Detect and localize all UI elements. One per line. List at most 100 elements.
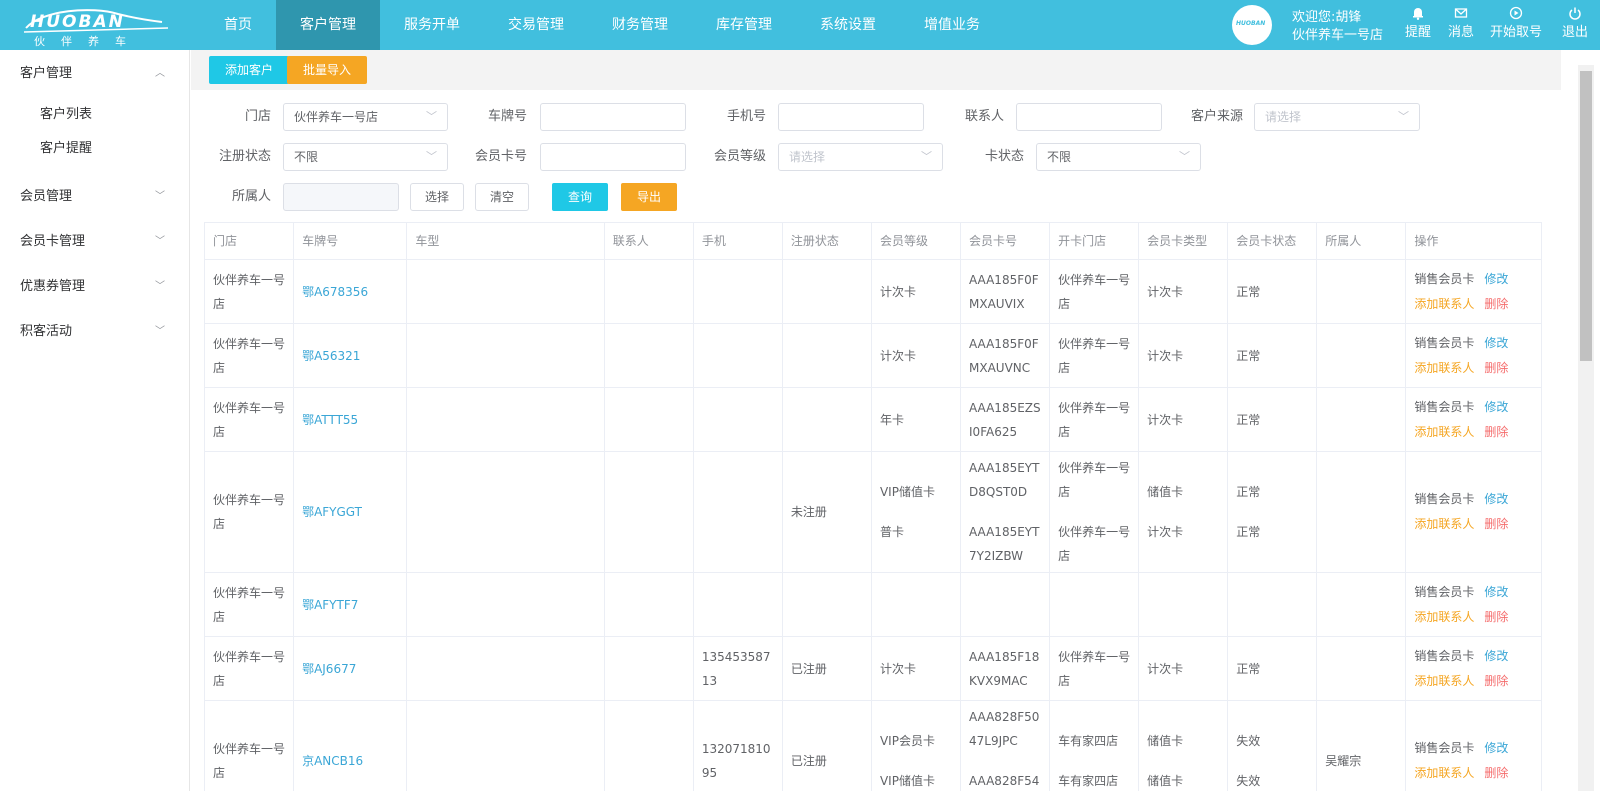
sidebar-item-coupon[interactable]: 优惠券管理 ﹀ [0, 264, 189, 309]
edit-link[interactable]: 修改 [1484, 400, 1508, 414]
edit-link[interactable]: 修改 [1484, 585, 1508, 599]
logout-button[interactable]: 退出 [1562, 6, 1588, 40]
source-select[interactable]: 请选择 ﹀ [1254, 103, 1420, 131]
scrollbar-thumb[interactable] [1580, 71, 1592, 361]
sell-card-link[interactable]: 销售会员卡 [1414, 649, 1474, 663]
owner-input[interactable] [283, 183, 399, 211]
col-reg-status: 注册状态 [782, 222, 872, 260]
card-status-select[interactable]: 不限 ﹀ [1036, 143, 1201, 171]
nav-value-added[interactable]: 增值业务 [900, 0, 1004, 50]
cell-plate-text[interactable]: 鄂AFYGGT [302, 505, 362, 519]
delete-link[interactable]: 删除 [1484, 425, 1508, 439]
huoban-logo[interactable]: HUOBAN 伙伴养车 [22, 6, 172, 48]
sell-card-link[interactable]: 销售会员卡 [1414, 585, 1474, 599]
avatar[interactable]: HUOBAN [1232, 5, 1272, 45]
delete-link[interactable]: 删除 [1484, 297, 1508, 311]
col-operation: 操作 [1405, 222, 1542, 260]
phone-label: 手机号 [726, 109, 766, 124]
sell-card-link[interactable]: 销售会员卡 [1414, 492, 1474, 506]
nav-service-order[interactable]: 服务开单 [380, 0, 484, 50]
sell-card-link[interactable]: 销售会员卡 [1414, 336, 1474, 350]
nav-home[interactable]: 首页 [200, 0, 276, 50]
delete-link[interactable]: 删除 [1484, 674, 1508, 688]
phone-input[interactable] [778, 103, 924, 131]
cell-operation: 销售会员卡 修改 添加联系人 删除 [1405, 387, 1542, 452]
delete-link[interactable]: 删除 [1484, 766, 1508, 780]
nav-finance[interactable]: 财务管理 [588, 0, 692, 50]
export-button[interactable]: 导出 [621, 183, 678, 211]
cell-level: 计次卡 [871, 636, 962, 701]
cell-level-entry: VIP会员卡 [879, 734, 935, 748]
sidebar-item-customer-list[interactable]: 客户列表 [0, 98, 189, 132]
cell-open-store: 伙伴养车一号店 [1049, 323, 1140, 388]
level-select[interactable]: 请选择 ﹀ [778, 143, 943, 171]
edit-link[interactable]: 修改 [1484, 492, 1508, 506]
reg-status-select[interactable]: 不限 ﹀ [283, 143, 448, 171]
sidebar-item-member[interactable]: 会员管理 ﹀ [0, 174, 189, 219]
sell-card-link[interactable]: 销售会员卡 [1414, 272, 1474, 286]
operation-line: 销售会员卡 修改 [1414, 736, 1533, 761]
sidebar-item-member-card[interactable]: 会员卡管理 ﹀ [0, 219, 189, 264]
add-contact-link[interactable]: 添加联系人 [1414, 517, 1474, 531]
delete-link[interactable]: 删除 [1484, 610, 1508, 624]
cell-store: 伙伴养车一号店 [203, 572, 295, 637]
cell-plate-text[interactable]: 京ANCB16 [302, 754, 363, 768]
plate-input[interactable] [540, 103, 686, 131]
sell-card-link[interactable]: 销售会员卡 [1414, 400, 1474, 414]
sidebar-item-label: 会员卡管理 [20, 234, 86, 249]
remind-button[interactable]: 提醒 [1405, 6, 1431, 40]
delete-link[interactable]: 删除 [1484, 517, 1508, 531]
cell-model [406, 323, 605, 388]
operation-line: 添加联系人 删除 [1414, 761, 1533, 786]
source-select-placeholder: 请选择 [1265, 110, 1302, 124]
cell-phone [693, 259, 783, 324]
nav-inventory[interactable]: 库存管理 [692, 0, 796, 50]
chevron-down-icon: ﹀ [155, 281, 165, 292]
nav-settings[interactable]: 系统设置 [796, 0, 900, 50]
cell-plate-text[interactable]: 鄂A56321 [302, 349, 360, 363]
contact-input[interactable] [1016, 103, 1162, 131]
select-owner-button[interactable]: 选择 [410, 183, 465, 211]
store-select[interactable]: 伙伴养车一号店 ﹀ [283, 103, 448, 131]
cell-plate-text[interactable]: 鄂AJ6677 [302, 662, 356, 676]
cell-open-store: 车有家四店 车有家四店 [1049, 700, 1140, 791]
cell-plate-text[interactable]: 鄂ATTT55 [302, 413, 358, 427]
chevron-down-icon: ﹀ [155, 191, 165, 202]
batch-import-button[interactable]: 批量导入 [287, 56, 368, 84]
table-row: 伙伴养车一号店 鄂A56321 计次卡 AAA185F0FMXAUVNC 伙伴养车一号店… [203, 323, 1542, 388]
card-no-input[interactable] [540, 143, 686, 171]
add-contact-link[interactable]: 添加联系人 [1414, 610, 1474, 624]
sidebar-item-customer-remind[interactable]: 客户提醒 [0, 132, 189, 166]
query-button[interactable]: 查询 [552, 183, 609, 211]
cell-card-status-entry: 失效 [1236, 774, 1261, 788]
sidebar-item-label: 积客活动 [20, 324, 73, 339]
cell-level-entry: 计次卡 [879, 348, 916, 363]
start-number-button[interactable]: 开始取号 [1490, 6, 1542, 40]
cell-store-text: 伙伴养车一号店 [213, 493, 286, 531]
cell-card-no: AAA185EYTD8QST0D AAA185EYT7Y2IZBW [960, 451, 1051, 573]
nav-customer[interactable]: 客户管理 [276, 0, 380, 50]
sell-card-link[interactable]: 销售会员卡 [1414, 741, 1474, 755]
edit-link[interactable]: 修改 [1484, 741, 1508, 755]
delete-link[interactable]: 删除 [1484, 361, 1508, 375]
add-contact-link[interactable]: 添加联系人 [1414, 297, 1474, 311]
sidebar-item-label: 优惠券管理 [20, 279, 86, 294]
cell-plate-text[interactable]: 鄂A678356 [302, 285, 368, 299]
edit-link[interactable]: 修改 [1484, 272, 1508, 286]
operation-line: 销售会员卡 修改 [1414, 395, 1533, 420]
edit-link[interactable]: 修改 [1484, 649, 1508, 663]
nav-transaction[interactable]: 交易管理 [484, 0, 588, 50]
add-contact-link[interactable]: 添加联系人 [1414, 674, 1474, 688]
clear-button[interactable]: 清空 [475, 183, 530, 211]
add-contact-link[interactable]: 添加联系人 [1414, 425, 1474, 439]
add-contact-link[interactable]: 添加联系人 [1414, 766, 1474, 780]
message-button[interactable]: 消息 [1448, 6, 1474, 40]
sidebar-item-customer[interactable]: 客户管理 ︿ [0, 50, 189, 98]
cell-plate: 鄂ATTT55 [293, 387, 408, 452]
edit-link[interactable]: 修改 [1484, 336, 1508, 350]
sidebar-item-points[interactable]: 积客活动 ﹀ [0, 309, 189, 354]
add-customer-button[interactable]: 添加客户 [209, 56, 290, 84]
add-contact-link[interactable]: 添加联系人 [1414, 361, 1474, 375]
cell-plate-text[interactable]: 鄂AFYTF7 [302, 598, 358, 612]
vertical-scrollbar[interactable] [1578, 65, 1594, 791]
